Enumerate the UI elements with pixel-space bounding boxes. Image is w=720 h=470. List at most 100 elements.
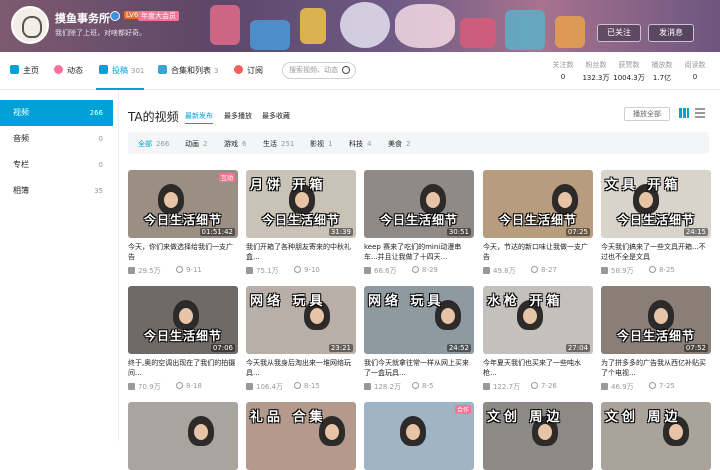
stat-value: 1004.3万 bbox=[613, 74, 645, 82]
clock-icon bbox=[531, 382, 538, 389]
sidebar-item-audio[interactable]: 音频 0 bbox=[0, 126, 113, 152]
video-duration: 31:39 bbox=[328, 228, 353, 236]
list-view-icon[interactable] bbox=[695, 108, 705, 118]
video-card[interactable]: 文创 周边 bbox=[601, 402, 711, 470]
vip-badge[interactable]: 年度大会员 bbox=[138, 11, 179, 21]
tab-uploads[interactable]: 投稿 301 bbox=[99, 65, 144, 81]
sort-latest[interactable]: 最新发布 bbox=[185, 111, 213, 121]
video-card[interactable]: 文创 周边 bbox=[483, 402, 593, 470]
video-thumbnail[interactable]: 今日生活细节 30:51 bbox=[364, 170, 474, 238]
video-thumbnail[interactable]: 今日生活细节 互动 01:51:42 bbox=[128, 170, 238, 238]
clock-icon bbox=[531, 266, 538, 273]
video-card[interactable]: 水枪 开箱 27:04 今年夏天我们也买来了一些吨水枪... 122.7万 7-26 bbox=[483, 286, 593, 392]
video-card[interactable]: 网络 玩具 23:21 今天我从我身后淘出来一堆网络玩具... 106.4万 8-15 bbox=[246, 286, 356, 392]
clock-icon bbox=[294, 382, 301, 389]
video-title[interactable]: 终于,奥的空调出现在了我们的拍摄间... bbox=[128, 358, 238, 378]
filter-game[interactable]: 游戏 6 bbox=[224, 139, 246, 149]
video-thumbnail[interactable] bbox=[128, 402, 238, 470]
sidebar-item-column[interactable]: 专栏 0 bbox=[0, 152, 113, 178]
video-title[interactable]: 今天我从我身后淘出来一堆网络玩具... bbox=[246, 358, 356, 378]
video-title[interactable]: 今天，节达的新口味让我做一支广告 bbox=[483, 242, 593, 262]
search-icon[interactable] bbox=[342, 66, 350, 74]
stat-followers[interactable]: 粉丝数 132.3万 bbox=[578, 60, 614, 83]
stat-following[interactable]: 关注数 0 bbox=[545, 60, 581, 81]
thumbnail-face bbox=[406, 424, 420, 440]
video-thumbnail[interactable]: 水枪 开箱 27:04 bbox=[483, 286, 593, 354]
video-title[interactable]: keep 赛来了吃们的mini动漫串车...并且让我做了十四天... bbox=[364, 242, 474, 262]
sidebar-item-count: 0 bbox=[98, 161, 103, 169]
play-all-button[interactable]: 播放全部 bbox=[624, 107, 670, 121]
avatar[interactable] bbox=[11, 6, 49, 44]
play-count-icon bbox=[246, 383, 253, 390]
play-count: 70.9万 bbox=[138, 383, 161, 391]
sort-most-favorited[interactable]: 最多收藏 bbox=[262, 111, 290, 121]
video-thumbnail[interactable]: 月饼 开箱 今日生活细节 31:39 bbox=[246, 170, 356, 238]
video-card[interactable]: 月饼 开箱 今日生活细节 31:39 我们开箱了各种朋友寄来的中秋礼盒... 75.1万… bbox=[246, 170, 356, 276]
tab-label: 合集和列表 bbox=[171, 66, 211, 75]
follow-button[interactable]: 已关注 bbox=[597, 24, 641, 42]
video-card[interactable]: 今日生活细节 07:06 终于,奥的空调出现在了我们的拍摄间... 70.9万 8-18 bbox=[128, 286, 238, 392]
tab-subscriptions[interactable]: 订阅 bbox=[234, 65, 263, 81]
filter-food[interactable]: 美食 2 bbox=[388, 139, 410, 149]
play-count: 46.9万 bbox=[611, 383, 634, 391]
username[interactable]: 摸鱼事务所 bbox=[55, 10, 110, 26]
tab-label: 主页 bbox=[23, 66, 39, 75]
video-card[interactable]: 今日生活细节 30:51 keep 赛来了吃们的mini动漫串车...并且让我做了十… bbox=[364, 170, 474, 276]
video-title[interactable]: 今天我们搞来了一些文具开箱...不过也不全是文具 bbox=[601, 242, 711, 262]
video-title[interactable]: 我们今天就拿往常一样从网上买来了一盒玩具... bbox=[364, 358, 474, 378]
video-thumbnail[interactable]: 今日生活细节 07:52 bbox=[601, 286, 711, 354]
video-thumbnail[interactable]: 今日生活细节 07:25 bbox=[483, 170, 593, 238]
video-card[interactable]: 网络 玩具 24:52 我们今天就拿往常一样从网上买来了一盒玩具... 128.2万 8… bbox=[364, 286, 474, 392]
tab-collections[interactable]: 合集和列表 3 bbox=[158, 65, 218, 81]
filter-film[interactable]: 影视 1 bbox=[310, 139, 332, 149]
video-title[interactable]: 今年夏天我们也买来了一些吨水枪... bbox=[483, 358, 593, 378]
video-tag-badge: 互动 bbox=[218, 173, 235, 182]
video-card[interactable]: 文具 开箱 今日生活细节 24:15 今天我们搞来了一些文具开箱...不过也不全是文具… bbox=[601, 170, 711, 276]
tab-dynamic[interactable]: 动态 bbox=[54, 65, 83, 81]
stat-label: 关注数 bbox=[552, 61, 574, 69]
filter-life[interactable]: 生活 251 bbox=[263, 139, 294, 149]
thumbnail-face bbox=[164, 192, 178, 208]
upload-date: 9-10 bbox=[294, 266, 320, 274]
upload-date-text: 7-25 bbox=[659, 382, 675, 390]
tab-home[interactable]: 主页 bbox=[10, 65, 39, 81]
video-card[interactable]: 礼品 合集 bbox=[246, 402, 356, 470]
video-card[interactable]: 今日生活细节 07:52 为了拼多多的广告我从西亿补贴买了个电视... 46.9万 7-… bbox=[601, 286, 711, 392]
sidebar-item-video[interactable]: 视频 266 bbox=[0, 100, 113, 126]
filter-count: 4 bbox=[367, 140, 372, 148]
play-count: 128.2万 bbox=[374, 383, 402, 391]
video-card[interactable]: 合作 bbox=[364, 402, 474, 470]
filter-tech[interactable]: 科技 4 bbox=[349, 139, 371, 149]
video-card[interactable]: 今日生活细节 07:25 今天，节达的新口味让我做一支广告 49.8万 8-27 bbox=[483, 170, 593, 276]
clock-icon bbox=[649, 266, 656, 273]
video-thumbnail[interactable]: 礼品 合集 bbox=[246, 402, 356, 470]
video-title[interactable]: 我们开箱了各种朋友寄来的中秋礼盒... bbox=[246, 242, 356, 262]
sidebar-item-album[interactable]: 相簿 35 bbox=[0, 178, 113, 204]
filter-anime[interactable]: 动画 2 bbox=[185, 139, 207, 149]
play-count-icon bbox=[483, 267, 490, 274]
video-card[interactable]: 今日生活细节 互动 01:51:42 今天，你们来做选择给我们一支广告 29.5万 9-1… bbox=[128, 170, 238, 276]
video-thumbnail[interactable]: 今日生活细节 07:06 bbox=[128, 286, 238, 354]
video-card[interactable] bbox=[128, 402, 238, 470]
thumbnail-caption: 今日生活细节 bbox=[616, 213, 695, 227]
thumbnail-face bbox=[426, 192, 440, 208]
grid-view-icon[interactable] bbox=[679, 108, 689, 118]
video-thumbnail[interactable]: 文创 周边 bbox=[601, 402, 711, 470]
filter-all[interactable]: 全部 266 bbox=[138, 139, 169, 149]
video-title[interactable]: 今天，你们来做选择给我们一支广告 bbox=[128, 242, 238, 262]
video-thumbnail[interactable]: 文具 开箱 今日生活细节 24:15 bbox=[601, 170, 711, 238]
video-icon bbox=[99, 65, 108, 74]
play-count-icon bbox=[128, 267, 135, 274]
signature: 我们除了上班，对啥都好奇。 bbox=[55, 29, 146, 37]
video-title[interactable]: 为了拼多多的广告我从西亿补贴买了个电视... bbox=[601, 358, 711, 378]
clock-icon bbox=[412, 382, 419, 389]
stat-label: 阅读数 bbox=[684, 61, 706, 69]
stat-label: 播放数 bbox=[651, 61, 673, 69]
thumbnail-face bbox=[523, 308, 537, 324]
video-thumbnail[interactable]: 网络 玩具 23:21 bbox=[246, 286, 356, 354]
video-thumbnail[interactable]: 网络 玩具 24:52 bbox=[364, 286, 474, 354]
video-thumbnail[interactable]: 文创 周边 bbox=[483, 402, 593, 470]
video-thumbnail[interactable]: 合作 bbox=[364, 402, 474, 470]
message-button[interactable]: 发消息 bbox=[648, 24, 694, 42]
sort-most-played[interactable]: 最多播放 bbox=[224, 111, 252, 121]
